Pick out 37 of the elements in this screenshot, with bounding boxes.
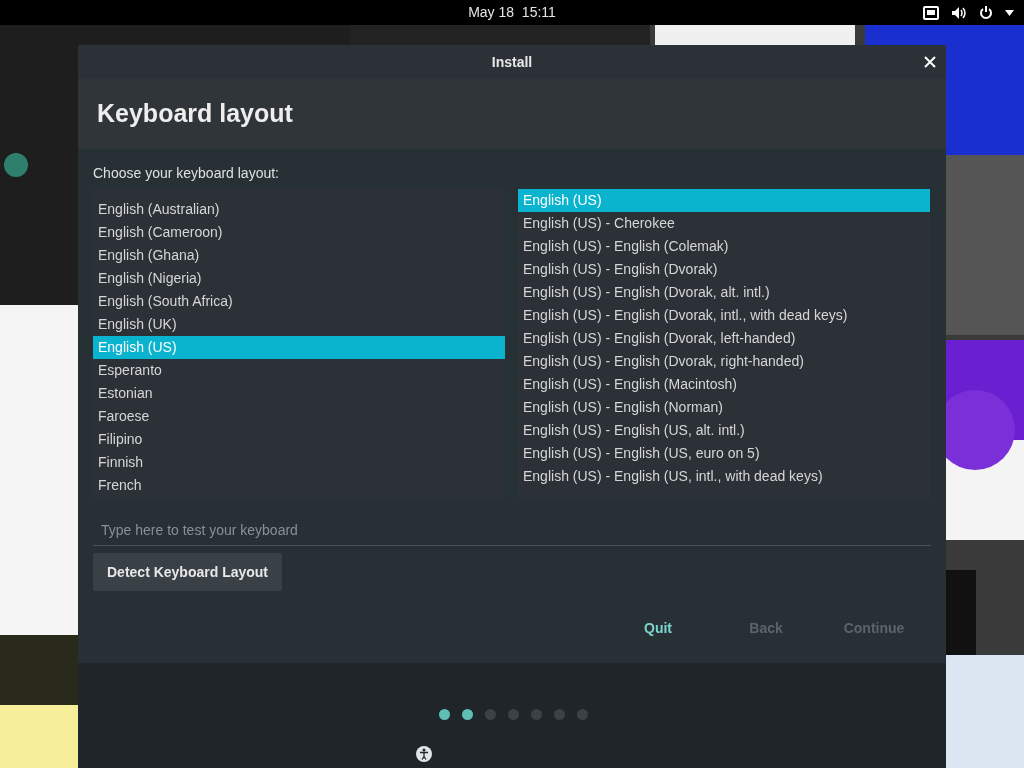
power-icon[interactable] (979, 5, 993, 20)
prompt-text: Choose your keyboard layout: (93, 164, 280, 182)
variant-item[interactable]: English (US) - English (Colemak) (518, 235, 930, 258)
layout-item[interactable]: English (Ghana) (93, 244, 505, 267)
variant-item[interactable]: English (US) - Cherokee (518, 212, 930, 235)
detect-layout-button[interactable]: Detect Keyboard Layout (93, 553, 283, 591)
layout-item[interactable]: English (South Africa) (93, 290, 505, 313)
variant-item[interactable]: English (US) - English (Dvorak, alt. intl.) (518, 281, 930, 304)
variant-item[interactable]: English (US) - English (Dvorak, left-handed) (518, 327, 930, 350)
test-input-field[interactable]: Type here to test your keyboard (93, 514, 931, 546)
clock[interactable]: May 18 15:11 (468, 2, 556, 23)
layout-item[interactable]: English (Nigeria) (93, 267, 505, 290)
accessibility-icon[interactable] (416, 746, 432, 762)
layout-item[interactable]: English (Australian) (93, 198, 505, 221)
variant-item[interactable]: English (US) - English (US, intl., with dead keys) (518, 465, 930, 488)
variant-item[interactable]: English (US) - English (Norman) (518, 396, 930, 419)
layout-item[interactable]: French (93, 474, 505, 497)
layout-item[interactable]: English (UK) (93, 313, 505, 336)
layout-item[interactable]: Faroese (93, 405, 505, 428)
page-heading: Keyboard layout (97, 98, 293, 130)
layout-item[interactable]: Finnish (93, 451, 505, 474)
volume-icon[interactable] (951, 5, 967, 20)
variant-item[interactable]: English (US) - English (US, alt. intl.) (518, 419, 930, 442)
close-icon[interactable] (924, 56, 936, 68)
screen-icon[interactable] (923, 5, 939, 20)
layout-item[interactable]: English (Cameroon) (93, 221, 505, 244)
variant-item[interactable]: English (US) - English (Dvorak) (518, 258, 930, 281)
variant-item[interactable]: English (US) - English (US, euro on 5) (518, 442, 930, 465)
variant-item[interactable]: English (US) - English (Dvorak, right-handed) (518, 350, 930, 373)
caret-icon[interactable] (1005, 9, 1014, 16)
variant-item[interactable]: English (US) - English (Macintosh) (518, 373, 930, 396)
variant-item[interactable]: English (US) - English (Dvorak, intl., with dead keys) (518, 304, 930, 327)
layout-item[interactable]: Estonian (93, 382, 505, 405)
window-title: Install (491, 52, 533, 72)
layout-item[interactable]: Esperanto (93, 359, 505, 382)
nav-button[interactable]: Quit (607, 611, 709, 645)
layout-item[interactable]: Filipino (93, 428, 505, 451)
